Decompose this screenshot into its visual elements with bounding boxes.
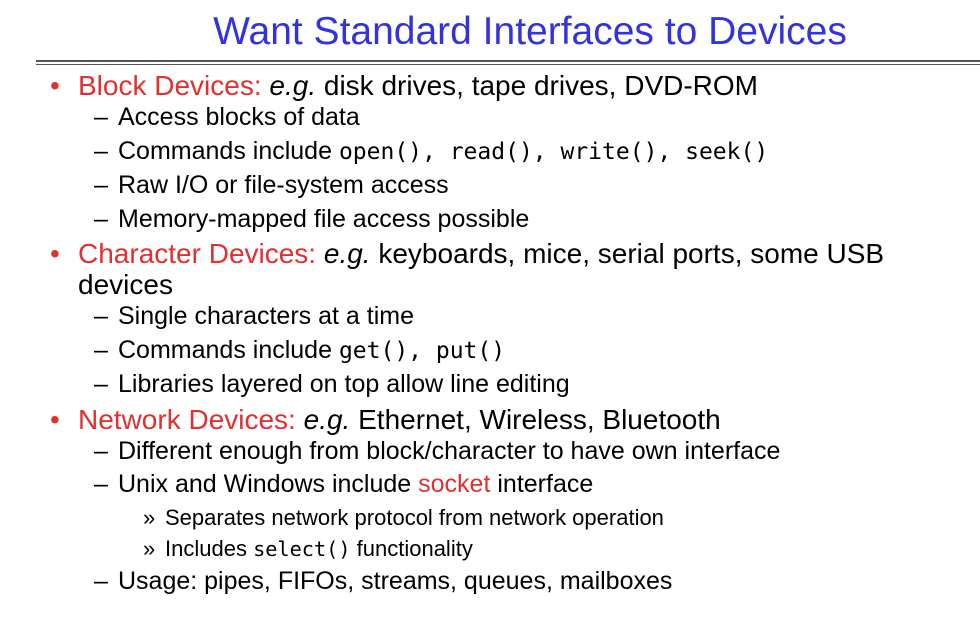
sub-marker: » (143, 504, 156, 530)
dash-marker: – (94, 335, 108, 364)
dash-marker: – (94, 103, 108, 131)
section-description: Ethernet, Wireless, Bluetooth (350, 403, 721, 435)
slide-body: • Block Devices: e.g. disk drives, tape d… (0, 68, 980, 598)
item-text: Commands include (118, 335, 339, 364)
sub-marker: » (143, 535, 156, 561)
item-text: Includes (165, 535, 254, 561)
code-text: open(), read(), write(), seek() (338, 138, 769, 165)
item-text: Usage: pipes, FIFOs, streams, queues, ma… (118, 566, 673, 595)
dash-marker: – (94, 370, 108, 398)
list-item: – Commands include get(), put() (0, 334, 980, 369)
list-item: – Memory-mapped file access possible (0, 203, 980, 237)
list-item: – Access blocks of data (0, 101, 980, 135)
item-text: Different enough from block/character to… (118, 436, 781, 465)
list-item: – Unix and Windows include socket interfa… (0, 468, 980, 502)
item-text: functionality (350, 535, 473, 561)
dash-marker: – (94, 470, 108, 498)
list-item: – Different enough from block/character t… (0, 435, 980, 469)
list-item: – Raw I/O or file-system access (0, 169, 980, 203)
item-text: Memory-mapped file access possible (118, 204, 530, 233)
list-item: – Single characters at a time (0, 300, 980, 334)
item-text: Raw I/O or file-system access (118, 171, 449, 199)
dash-marker: – (94, 171, 108, 199)
sub-list-item: » Includes select() functionality (0, 533, 980, 565)
code-text: get(), put() (338, 337, 506, 364)
item-text: Access blocks of data (118, 103, 360, 131)
bullet-block-devices: • Block Devices: e.g. disk drives, tape d… (0, 70, 980, 101)
eg-label: e.g. (269, 70, 317, 101)
bullet-character-devices: • Character Devices: e.g. keyboards, mice… (0, 238, 980, 300)
section-heading: Block Devices: (78, 70, 262, 101)
item-text: Commands include (118, 136, 339, 165)
dash-marker: – (94, 566, 108, 595)
item-text: Single characters at a time (118, 302, 414, 330)
eg-label: e.g. (323, 238, 371, 269)
title-rule-thick (36, 60, 980, 62)
list-item: – Usage: pipes, FIFOs, streams, queues, m… (0, 565, 980, 599)
item-text: Unix and Windows include (118, 470, 419, 498)
section-heading: Character Devices: (78, 238, 317, 269)
dash-marker: – (94, 136, 108, 165)
bullet-marker: • (50, 403, 60, 435)
item-text: interface (490, 470, 594, 498)
eg-label: e.g. (303, 403, 351, 435)
dash-marker: – (94, 302, 108, 330)
sub-list-item: » Separates network protocol from network… (0, 502, 980, 533)
list-item: – Libraries layered on top allow line edi… (0, 368, 980, 402)
item-text: Libraries layered on top allow line edit… (118, 370, 570, 398)
socket-highlight: socket (418, 470, 491, 498)
title-rule-thin (36, 64, 980, 65)
dash-marker: – (94, 436, 108, 465)
bullet-marker: • (50, 70, 60, 101)
bullet-marker: • (50, 238, 60, 269)
bullet-network-devices: • Network Devices: e.g. Ethernet, Wireles… (0, 404, 980, 435)
slide-title: Want Standard Interfaces to Devices (213, 10, 847, 53)
section-heading: Network Devices: (78, 403, 296, 435)
dash-marker: – (94, 204, 108, 233)
list-item: – Commands include open(), read(), write(… (0, 135, 980, 170)
section-description: disk drives, tape drives, DVD-ROM (316, 70, 758, 101)
item-text: Separates network protocol from network … (165, 504, 664, 530)
code-text: select() (253, 536, 351, 561)
